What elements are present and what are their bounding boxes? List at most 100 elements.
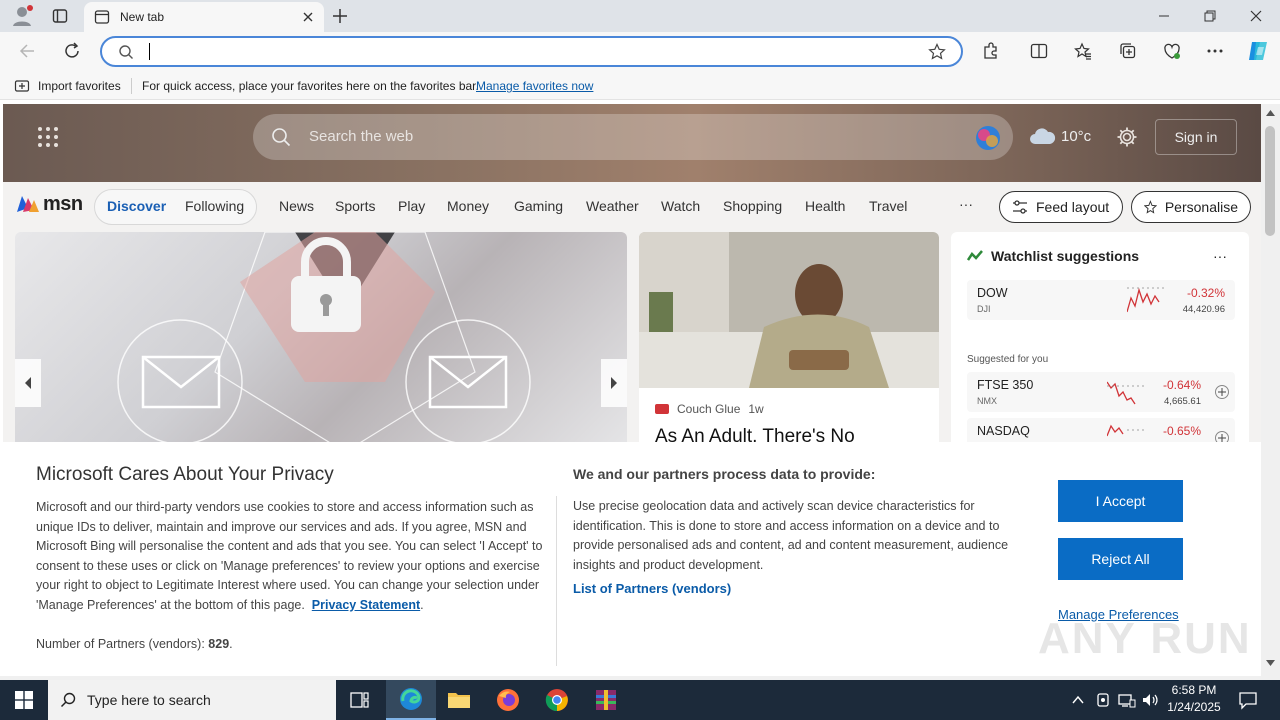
notification-icon[interactable] [1238,690,1258,710]
settings-menu-icon[interactable] [1206,42,1224,60]
watchlist-card: Watchlist suggestions ··· DOW DJI -0.32%… [951,232,1249,452]
feed-layout-button[interactable]: Feed layout [999,191,1123,223]
volume-icon[interactable] [1142,692,1160,708]
page-settings-icon[interactable] [1116,126,1138,148]
sparkline [1127,287,1167,313]
close-window-button[interactable] [1233,0,1279,32]
nav-weather[interactable]: Weather [586,198,639,214]
tab-new-tab[interactable]: New tab [84,2,324,32]
task-view-button[interactable] [336,680,384,720]
privacy-statement-link[interactable]: Privacy Statement [312,598,420,612]
address-input[interactable] [152,41,912,62]
carousel-card[interactable] [15,232,627,452]
start-button[interactable] [0,680,48,720]
carousel-prev-button[interactable] [15,359,41,407]
data-processing-body: Use precise geolocation data and activel… [573,499,1009,572]
search-icon [60,692,76,708]
favorites-hint: For quick access, place your favorites h… [142,79,479,93]
manage-favorites-link[interactable]: Manage favorites now [476,79,593,93]
split-screen-icon[interactable] [1030,42,1048,60]
taskbar-search-box[interactable]: Type here to search [48,680,336,720]
favorite-star-icon[interactable] [928,43,946,61]
address-bar[interactable] [100,36,963,67]
search-icon [119,45,133,59]
nav-news[interactable]: News [279,198,314,214]
tab-following[interactable]: Following [185,198,244,214]
nav-play[interactable]: Play [398,198,425,214]
article-card[interactable]: Couch Glue 1w As An Adult, There's No [639,232,939,452]
watermark: ANY RUN [1038,614,1252,663]
close-tab-icon[interactable] [302,11,314,23]
new-tab-button[interactable] [330,6,350,26]
web-search-box[interactable]: Search the web [253,114,1013,160]
apps-launcher-icon[interactable] [37,126,59,148]
personalise-button[interactable]: Personalise [1131,191,1251,223]
restore-button[interactable] [1187,0,1233,32]
reject-all-button[interactable]: Reject All [1058,538,1183,580]
nav-money[interactable]: Money [447,198,489,214]
chevron-left-icon [25,377,31,389]
extensions-icon[interactable] [982,42,1000,60]
scroll-down-icon[interactable] [1266,660,1275,666]
watchlist-more[interactable]: ··· [1213,248,1227,264]
tab-title: New tab [120,10,165,24]
stock-row[interactable]: DOW DJI -0.32% 44,420.96 [967,280,1235,320]
show-hidden-icons-icon[interactable] [1071,693,1085,707]
back-button[interactable] [18,41,38,61]
sign-in-button[interactable]: Sign in [1155,119,1237,155]
import-favorites-button[interactable]: Import favorites [14,77,121,95]
favorites-icon[interactable] [1074,42,1092,60]
network-icon[interactable] [1118,692,1136,708]
scroll-thumb[interactable] [1265,126,1275,236]
new-tab-icon [94,10,110,24]
minimize-button[interactable] [1141,0,1187,32]
sliders-icon [1013,200,1027,214]
performance-icon[interactable] [1163,42,1181,60]
nav-travel[interactable]: Travel [869,198,907,214]
copilot-icon[interactable] [1246,39,1270,63]
search-icon [272,128,291,147]
tab-discover[interactable]: Discover [107,198,166,214]
refresh-button[interactable] [62,41,82,61]
chevron-right-icon [611,377,617,389]
nav-health[interactable]: Health [805,198,845,214]
profile-icon[interactable] [10,4,34,28]
carousel-next-button[interactable] [601,359,627,407]
accept-button[interactable]: I Accept [1058,480,1183,522]
weather-cloud-icon[interactable] [1028,126,1056,146]
msn-logo[interactable]: msn [15,192,83,216]
partners-count-line: Number of Partners (vendors): 829. [36,637,233,651]
nav-more[interactable]: ··· [959,196,973,212]
collections-icon[interactable] [1119,42,1137,60]
tab-actions-icon[interactable] [52,8,68,24]
page-scrollbar[interactable] [1261,104,1280,676]
folder-icon [448,693,470,708]
nav-sports[interactable]: Sports [335,198,375,214]
tray-app-icon[interactable] [1095,692,1111,708]
taskbar-firefox[interactable] [484,680,532,720]
nav-shopping[interactable]: Shopping [723,198,782,214]
article-image [639,232,939,388]
taskbar-edge[interactable] [386,680,436,720]
personalise-icon [1144,200,1157,214]
stock-row[interactable]: FTSE 350 NMX -0.64% 4,665.61 [967,372,1235,412]
partners-count: 829 [208,637,230,651]
stock-sub: DJI [977,304,991,314]
firefox-icon [497,689,519,711]
security-illustration [117,232,531,452]
add-stock-button[interactable] [1215,385,1229,399]
taskbar-winrar[interactable] [582,680,630,720]
text-cursor [149,43,150,60]
sparkline [1107,381,1147,405]
taskbar-chrome[interactable] [533,680,581,720]
weather-temp[interactable]: 10°c [1061,128,1091,145]
taskbar-file-explorer[interactable] [435,680,483,720]
scroll-up-icon[interactable] [1266,110,1275,116]
article-age: 1w [748,402,764,416]
list-of-partners-link[interactable]: List of Partners (vendors) [573,581,731,596]
edge-icon [400,688,422,710]
nav-gaming[interactable]: Gaming [514,198,563,214]
clock[interactable]: 6:58 PM 1/24/2025 [1166,682,1222,718]
nav-watch[interactable]: Watch [661,198,700,214]
copilot-search-icon[interactable] [974,124,1002,152]
